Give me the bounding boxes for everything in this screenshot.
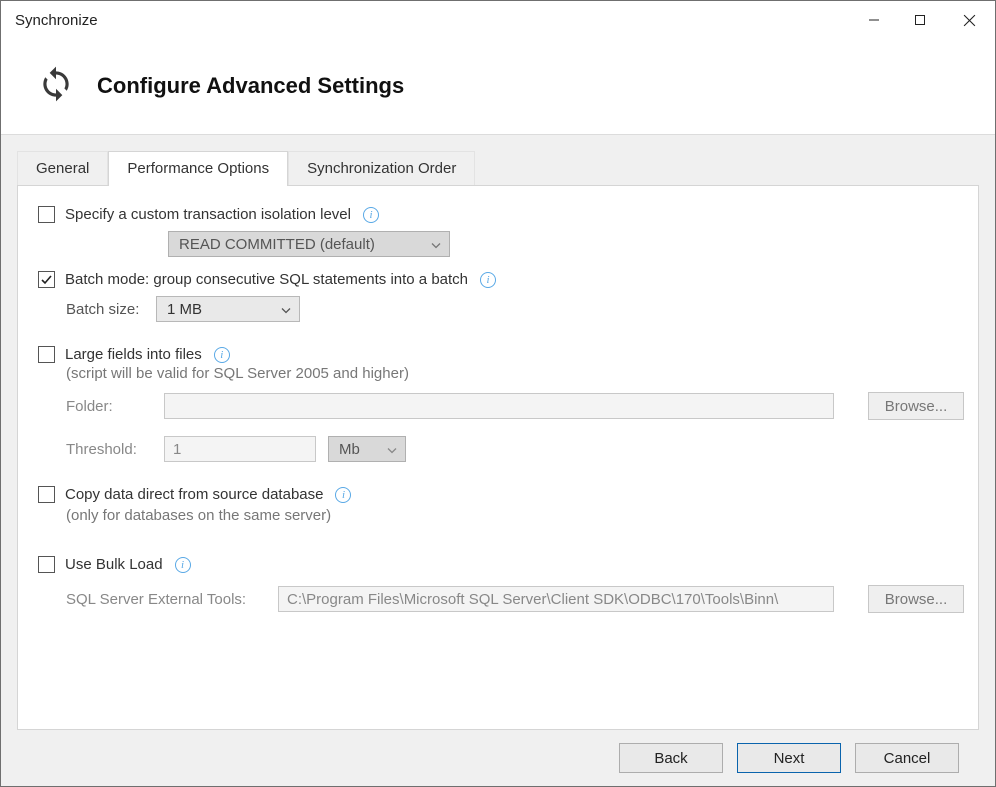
threshold-unit-value: Mb [339,441,360,458]
cancel-button[interactable]: Cancel [855,743,959,773]
performance-options-panel: Specify a custom transaction isolation l… [17,185,979,730]
folder-browse-button: Browse... [868,392,964,420]
large-fields-hint: (script will be valid for SQL Server 200… [66,365,409,382]
minimize-button[interactable] [851,4,897,36]
next-button[interactable]: Next [737,743,841,773]
titlebar: Synchronize [1,1,995,39]
page-title: Configure Advanced Settings [97,73,404,99]
isolation-label: Specify a custom transaction isolation l… [65,206,351,223]
minimize-icon [868,14,880,26]
batch-mode-checkbox[interactable] [38,271,55,288]
folder-input [164,393,834,419]
threshold-input [164,436,316,462]
isolation-level-value: READ COMMITTED (default) [179,236,375,253]
ext-tools-browse-button: Browse... [868,585,964,613]
large-fields-checkbox[interactable] [38,346,55,363]
chevron-down-icon [387,441,397,458]
chevron-down-icon [281,301,291,318]
window-title: Synchronize [15,12,98,29]
close-button[interactable] [943,4,995,36]
info-icon[interactable]: i [335,487,351,503]
chevron-down-icon [431,236,441,253]
isolation-checkbox[interactable] [38,206,55,223]
synchronize-wizard-window: Synchronize Configure Advanced Settings … [0,0,996,787]
tab-strip: General Performance Options Synchronizat… [17,145,979,185]
ext-tools-label: SQL Server External Tools: [66,591,266,608]
bulk-load-checkbox[interactable] [38,556,55,573]
batch-size-value: 1 MB [167,301,202,318]
tab-performance-options[interactable]: Performance Options [108,151,288,186]
threshold-unit-select: Mb [328,436,406,462]
maximize-button[interactable] [897,4,943,36]
copy-direct-checkbox[interactable] [38,486,55,503]
batch-mode-label: Batch mode: group consecutive SQL statem… [65,271,468,288]
info-icon[interactable]: i [480,272,496,288]
maximize-icon [914,14,926,26]
tab-synchronization-order[interactable]: Synchronization Order [288,151,475,186]
workarea: General Performance Options Synchronizat… [1,134,995,786]
info-icon[interactable]: i [214,347,230,363]
info-icon[interactable]: i [363,207,379,223]
wizard-footer: Back Next Cancel [17,730,979,786]
copy-direct-label: Copy data direct from source database [65,486,323,503]
ext-tools-input [278,586,834,612]
info-icon[interactable]: i [175,557,191,573]
bulk-load-label: Use Bulk Load [65,556,163,573]
page-header: Configure Advanced Settings [1,39,995,134]
sync-icon [37,65,75,106]
threshold-label: Threshold: [66,441,152,458]
isolation-level-select: READ COMMITTED (default) [168,231,450,257]
tab-general[interactable]: General [17,151,108,186]
folder-label: Folder: [66,398,152,415]
back-button[interactable]: Back [619,743,723,773]
batch-size-select[interactable]: 1 MB [156,296,300,322]
copy-direct-hint: (only for databases on the same server) [66,507,331,524]
large-fields-label: Large fields into files [65,346,202,363]
batch-size-label: Batch size: [66,301,156,318]
close-icon [963,14,976,27]
